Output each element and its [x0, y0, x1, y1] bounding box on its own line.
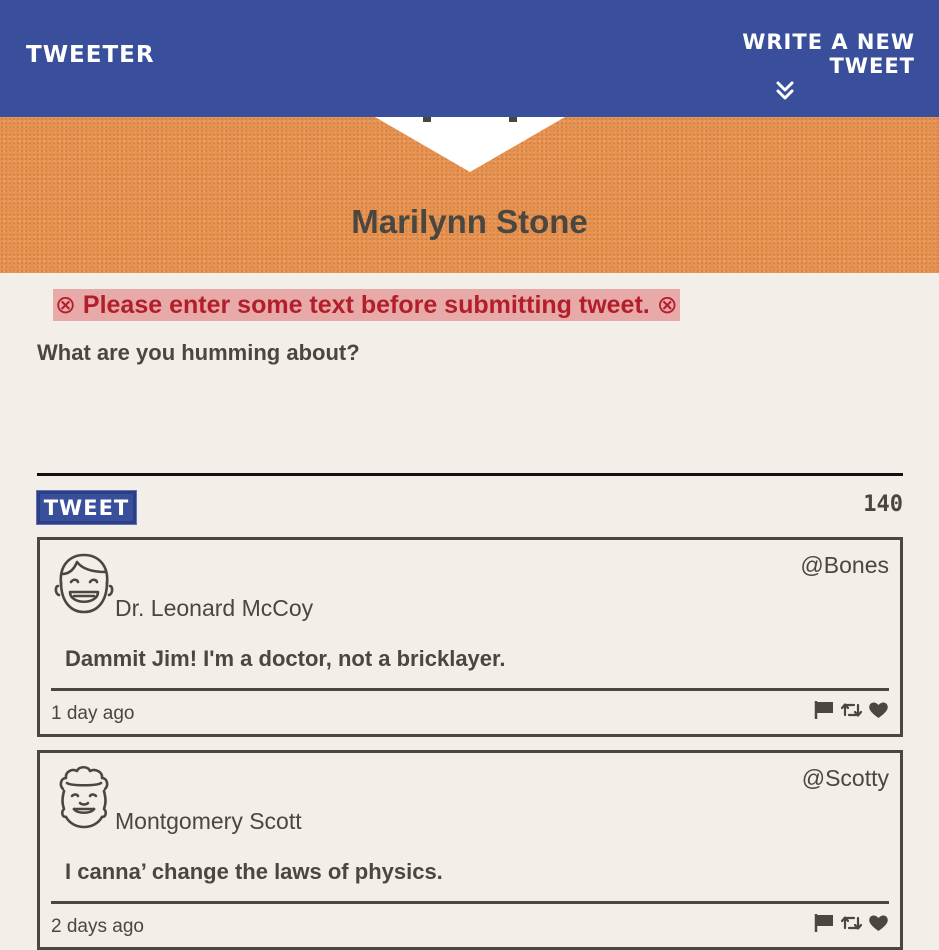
- tweet-author-handle: @Bones: [800, 552, 889, 578]
- error-icon-left: ⊗: [55, 291, 76, 319]
- top-nav: Tweeter Write a new tweet: [0, 0, 939, 117]
- tweet-text-input[interactable]: [37, 380, 903, 476]
- retweet-icon[interactable]: [841, 913, 862, 933]
- tweet-timestamp: 2 days ago: [51, 916, 144, 937]
- profile-name: Marilynn Stone: [351, 203, 588, 240]
- tweet-content: I canna’ change the laws of physics.: [65, 859, 443, 884]
- tweet-card: Dr. Leonard McCoy @Bones Dammit Jim! I'm…: [37, 537, 903, 737]
- char-counter: 140: [863, 492, 903, 517]
- tweet-card: Montgomery Scott @Scotty I canna’ change…: [37, 750, 903, 950]
- profile-banner: Marilynn Stone: [0, 117, 939, 273]
- tweet-footer: 1 day ago: [51, 688, 889, 728]
- brand-logo[interactable]: Tweeter: [26, 42, 155, 68]
- write-new-tweet-label[interactable]: Write a new tweet: [655, 30, 915, 78]
- error-icon-right: ⊗: [656, 291, 678, 319]
- tweet-submit-button[interactable]: Tweet: [37, 491, 136, 524]
- tweet-prompt-label: What are you humming about?: [37, 340, 360, 365]
- retweet-icon[interactable]: [841, 700, 862, 720]
- tweet-author-handle: @Scotty: [801, 765, 889, 791]
- write-new-tweet-toggle[interactable]: Write a new tweet: [655, 30, 915, 102]
- smiling-face-avatar-icon: [54, 553, 114, 614]
- tweet-timestamp: 1 day ago: [51, 703, 135, 724]
- tweet-author-name: Montgomery Scott: [115, 808, 302, 834]
- curly-hair-avatar-icon: [59, 765, 109, 829]
- error-message: ⊗ Please enter some text before submitti…: [53, 289, 680, 321]
- tweet-actions: [814, 913, 889, 933]
- tweet-actions: [814, 700, 889, 720]
- error-text: Please enter some text before submitting…: [82, 291, 650, 319]
- tweet-footer: 2 days ago: [51, 901, 889, 941]
- tweet-content: Dammit Jim! I'm a doctor, not a bricklay…: [65, 646, 506, 671]
- profile-avatar-notch: [375, 117, 565, 172]
- new-tweet-form: What are you humming about? Tweet 140: [37, 340, 903, 524]
- flag-icon[interactable]: [814, 913, 835, 933]
- tweet-author-name: Dr. Leonard McCoy: [115, 595, 314, 621]
- flag-icon[interactable]: [814, 700, 835, 720]
- double-chevron-down-icon[interactable]: [774, 80, 796, 102]
- tweet-list: Dr. Leonard McCoy @Bones Dammit Jim! I'm…: [37, 537, 903, 950]
- heart-icon[interactable]: [868, 700, 889, 720]
- heart-icon[interactable]: [868, 913, 889, 933]
